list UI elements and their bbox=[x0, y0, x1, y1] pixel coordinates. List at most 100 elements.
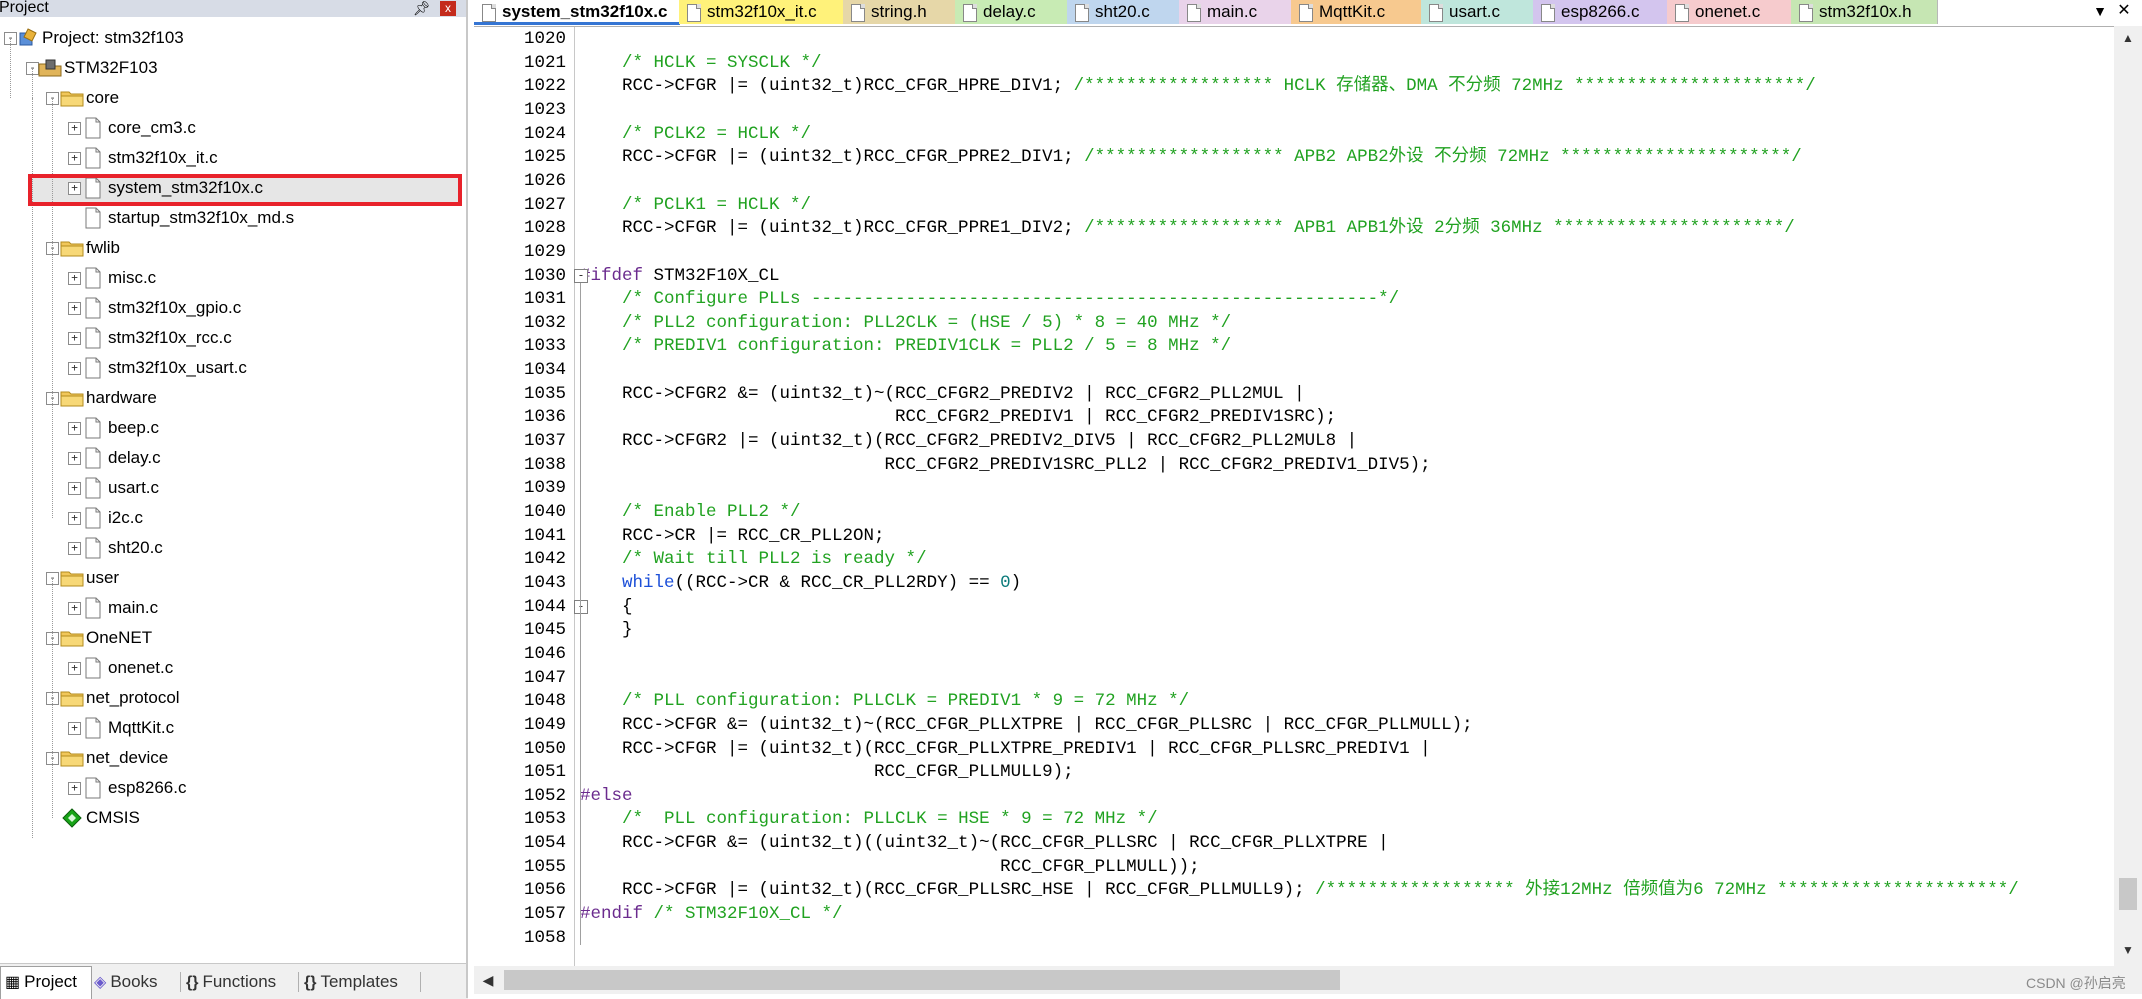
tree-item-g-hardware[interactable]: - hardware bbox=[0, 383, 460, 413]
code-line[interactable]: /* HCLK = SYSCLK */ bbox=[580, 51, 2114, 75]
code-area[interactable]: /* HCLK = SYSCLK */ RCC->CFGR |= (uint32… bbox=[574, 27, 2114, 967]
expand-icon[interactable]: + bbox=[68, 662, 81, 675]
expand-icon[interactable]: + bbox=[68, 122, 81, 135]
code-line[interactable] bbox=[580, 240, 2114, 264]
horizontal-scroll-thumb[interactable] bbox=[504, 970, 1340, 990]
code-line[interactable]: #ifdef STM32F10X_CL bbox=[580, 264, 2114, 288]
expand-icon[interactable]: + bbox=[68, 302, 81, 315]
tab-system-stm32f10x-c[interactable]: system_stm32f10x.c bbox=[474, 0, 680, 25]
code-line[interactable]: /* PLL2 configuration: PLL2CLK = (HSE / … bbox=[580, 311, 2114, 335]
code-line[interactable]: /* PCLK1 = HCLK */ bbox=[580, 193, 2114, 217]
code-line[interactable]: RCC->CFGR |= (uint32_t)RCC_CFGR_HPRE_DIV… bbox=[580, 74, 2114, 98]
tab-esp8266-c[interactable]: esp8266.c bbox=[1533, 0, 1668, 24]
tree-item-f-delay[interactable]: + delay.c bbox=[0, 443, 460, 473]
code-line[interactable]: RCC->CFGR |= (uint32_t)RCC_CFGR_PPRE2_DI… bbox=[580, 145, 2114, 169]
tree-item-root[interactable]: - Project: stm32f103 bbox=[0, 23, 460, 53]
tab-functions[interactable]: {} Functions bbox=[186, 968, 296, 996]
tree-item-f-usart_lib[interactable]: + stm32f10x_usart.c bbox=[0, 353, 460, 383]
tree-item-f-beep[interactable]: + beep.c bbox=[0, 413, 460, 443]
scroll-up-arrow-icon[interactable]: ▲ bbox=[2114, 26, 2142, 50]
tree-item-f-esp8266[interactable]: + esp8266.c bbox=[0, 773, 460, 803]
code-line[interactable]: /* PLL configuration: PLLCLK = PREDIV1 *… bbox=[580, 689, 2114, 713]
pin-icon[interactable]: 📌︎ bbox=[413, 0, 431, 17]
code-line[interactable] bbox=[580, 27, 2114, 51]
code-line[interactable] bbox=[580, 666, 2114, 690]
close-icon[interactable]: ✕ bbox=[2114, 0, 2134, 22]
code-line[interactable]: RCC->CFGR |= (uint32_t)(RCC_CFGR_PLLSRC_… bbox=[580, 878, 2114, 902]
code-line[interactable] bbox=[580, 642, 2114, 666]
code-line[interactable] bbox=[580, 926, 2114, 950]
tree-item-g-fwlib[interactable]: - fwlib bbox=[0, 233, 460, 263]
expand-icon[interactable]: + bbox=[68, 482, 81, 495]
expand-icon[interactable]: + bbox=[68, 422, 81, 435]
tab-stm32f10x-h[interactable]: stm32f10x.h bbox=[1791, 0, 1938, 24]
code-line[interactable]: RCC->CFGR2 |= (uint32_t)(RCC_CFGR2_PREDI… bbox=[580, 429, 2114, 453]
code-line[interactable]: /* PCLK2 = HCLK */ bbox=[580, 122, 2114, 146]
tree-item-f-onenet[interactable]: + onenet.c bbox=[0, 653, 460, 683]
code-line[interactable]: { bbox=[580, 595, 2114, 619]
expand-icon[interactable]: + bbox=[68, 332, 81, 345]
tab-templates[interactable]: {} Templates bbox=[304, 968, 424, 996]
fold-toggle-icon[interactable]: - bbox=[574, 600, 588, 614]
tree-item-g-onenet[interactable]: - OneNET bbox=[0, 623, 460, 653]
tab-onenet-c[interactable]: onenet.c bbox=[1667, 0, 1792, 24]
tree-item-f-misc[interactable]: + misc.c bbox=[0, 263, 460, 293]
tree-item-g-user[interactable]: - user bbox=[0, 563, 460, 593]
vertical-scroll-thumb[interactable] bbox=[2119, 878, 2137, 910]
tree-item-f-usart[interactable]: + usart.c bbox=[0, 473, 460, 503]
code-line[interactable]: RCC->CFGR &= (uint32_t)((uint32_t)~(RCC_… bbox=[580, 831, 2114, 855]
close-pane-button[interactable]: x bbox=[440, 1, 456, 16]
code-line[interactable]: #endif /* STM32F10X_CL */ bbox=[580, 902, 2114, 926]
expand-icon[interactable]: + bbox=[68, 362, 81, 375]
scroll-left-arrow-icon[interactable]: ◀ bbox=[478, 966, 498, 994]
code-line[interactable] bbox=[580, 169, 2114, 193]
tree-item-f-mqttkit[interactable]: + MqttKit.c bbox=[0, 713, 460, 743]
code-line[interactable] bbox=[580, 98, 2114, 122]
tree-item-f-stm32f10x_it[interactable]: + stm32f10x_it.c bbox=[0, 143, 460, 173]
expand-icon[interactable]: + bbox=[68, 512, 81, 525]
code-line[interactable]: RCC_CFGR_PLLMULL)); bbox=[580, 855, 2114, 879]
code-line[interactable]: RCC_CFGR2_PREDIV1 | RCC_CFGR2_PREDIV1SRC… bbox=[580, 405, 2114, 429]
tab-delay-c[interactable]: delay.c bbox=[955, 0, 1068, 24]
code-line[interactable] bbox=[580, 358, 2114, 382]
code-line[interactable]: RCC_CFGR_PLLMULL9); bbox=[580, 760, 2114, 784]
tree-item-f-core_cm3[interactable]: + core_cm3.c bbox=[0, 113, 460, 143]
tree-item-f-sht20[interactable]: + sht20.c bbox=[0, 533, 460, 563]
code-line[interactable]: /* Wait till PLL2 is ready */ bbox=[580, 547, 2114, 571]
expand-icon[interactable]: + bbox=[68, 272, 81, 285]
tab-stm32f10x-it-c[interactable]: stm32f10x_it.c bbox=[679, 0, 844, 24]
chevron-down-icon[interactable]: ▼ bbox=[2090, 0, 2110, 22]
expand-icon[interactable]: + bbox=[68, 782, 81, 795]
tree-item-f-main[interactable]: + main.c bbox=[0, 593, 460, 623]
code-line[interactable]: } bbox=[580, 618, 2114, 642]
expand-icon[interactable]: + bbox=[68, 542, 81, 555]
tab-usart-c[interactable]: usart.c bbox=[1421, 0, 1534, 24]
tree-item-f-gpio[interactable]: + stm32f10x_gpio.c bbox=[0, 293, 460, 323]
tree-item-target[interactable]: - STM32F103 bbox=[0, 53, 460, 83]
tree-item-g-core[interactable]: - core bbox=[0, 83, 460, 113]
tab-main-c[interactable]: main.c bbox=[1179, 0, 1292, 24]
code-editor[interactable]: 1020 1021 1022 1023 1024 1025 1026 1027 1028 1029… bbox=[474, 26, 2114, 967]
tree-item-f-i2c[interactable]: + i2c.c bbox=[0, 503, 460, 533]
expand-icon[interactable]: + bbox=[68, 452, 81, 465]
pane-splitter[interactable] bbox=[466, 0, 468, 998]
vertical-scrollbar[interactable]: ▲ ▼ bbox=[2114, 26, 2142, 966]
tab-books[interactable]: ◈ Books bbox=[94, 968, 176, 996]
fold-toggle-icon[interactable]: - bbox=[574, 269, 588, 283]
code-line[interactable]: /* PLL configuration: PLLCLK = HSE * 9 =… bbox=[580, 807, 2114, 831]
tab-string-h[interactable]: string.h bbox=[843, 0, 956, 24]
tree-item-f-rcc[interactable]: + stm32f10x_rcc.c bbox=[0, 323, 460, 353]
code-line[interactable]: RCC_CFGR2_PREDIV1SRC_PLL2 | RCC_CFGR2_PR… bbox=[580, 453, 2114, 477]
code-line[interactable]: RCC->CFGR |= (uint32_t)(RCC_CFGR_PLLXTPR… bbox=[580, 737, 2114, 761]
code-line[interactable] bbox=[580, 476, 2114, 500]
code-line[interactable]: RCC->CFGR |= (uint32_t)RCC_CFGR_PPRE1_DI… bbox=[580, 216, 2114, 240]
expand-icon[interactable]: + bbox=[68, 722, 81, 735]
horizontal-scrollbar[interactable]: ◀ bbox=[474, 966, 2142, 994]
tree-item-f-startup[interactable]: startup_stm32f10x_md.s bbox=[0, 203, 460, 233]
tab-project[interactable]: ▦ Project bbox=[0, 966, 92, 999]
code-line[interactable]: #else bbox=[580, 784, 2114, 808]
code-line[interactable]: RCC->CR |= RCC_CR_PLL2ON; bbox=[580, 524, 2114, 548]
code-line[interactable]: /* Configure PLLs ----------------------… bbox=[580, 287, 2114, 311]
code-line[interactable]: while((RCC->CR & RCC_CR_PLL2RDY) == 0) bbox=[580, 571, 2114, 595]
code-line[interactable]: RCC->CFGR2 &= (uint32_t)~(RCC_CFGR2_PRED… bbox=[580, 382, 2114, 406]
